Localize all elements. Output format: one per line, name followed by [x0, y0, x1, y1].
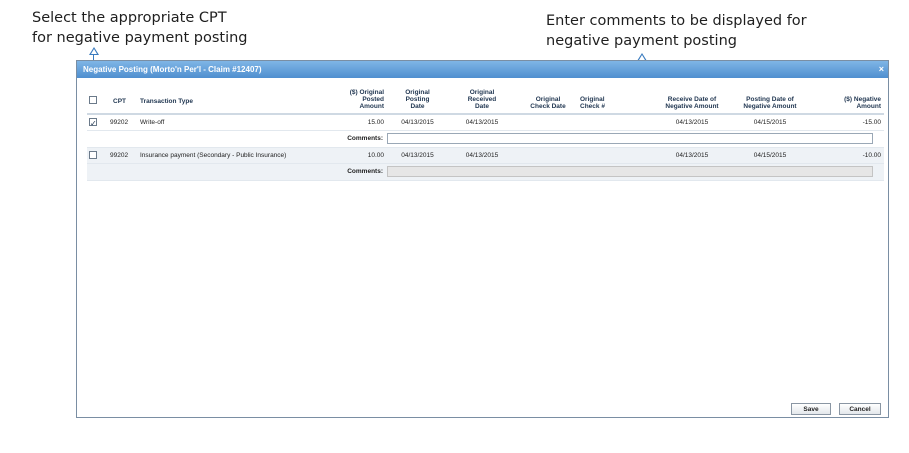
receive-date-negative: 04/13/2015 — [675, 119, 709, 126]
col-posting-date-negative: Posting Date of Negative Amount — [743, 96, 797, 110]
cpt-code: 99202 — [110, 152, 129, 159]
receive-date-negative: 04/13/2015 — [675, 152, 709, 159]
grid-header: CPT Transaction Type ($) Original Posted A… — [87, 85, 884, 115]
col-original-check-date: Original Check Date — [530, 96, 566, 110]
cancel-button[interactable]: Cancel — [839, 403, 881, 415]
cpt-code: 99202 — [110, 119, 129, 126]
original-posted-amount: 10.00 — [367, 152, 384, 159]
table-row: 99202 Write-off 15.00 04/13/2015 04/13/2… — [87, 115, 884, 131]
comments-row: Comments: — [87, 164, 884, 181]
comments-label: Comments: — [347, 168, 383, 175]
col-original-check-no: Original Check # — [580, 96, 605, 110]
row-checkbox[interactable] — [89, 151, 97, 159]
col-original-posting-date: Original Posting Date — [405, 89, 430, 110]
comments-label: Comments: — [347, 135, 383, 142]
dialog-titlebar: Negative Posting (Morto'n Per'l - Claim … — [77, 61, 888, 78]
dialog-title: Negative Posting (Morto'n Per'l - Claim … — [83, 65, 262, 74]
transaction-type: Write-off — [140, 119, 165, 126]
transaction-type: Insurance payment (Secondary - Public In… — [140, 152, 287, 159]
col-receive-date-negative: Receive Date of Negative Amount — [665, 96, 719, 110]
original-received-date: 04/13/2015 — [465, 152, 499, 159]
comments-input[interactable] — [387, 133, 873, 144]
close-icon[interactable]: × — [879, 61, 884, 78]
table-row: 99202 Insurance payment (Secondary - Pub… — [87, 148, 884, 164]
annotation-line: Select the appropriate CPT — [32, 10, 227, 26]
comments-row: Comments: — [87, 131, 884, 148]
negative-posting-grid: CPT Transaction Type ($) Original Posted A… — [87, 85, 884, 181]
annotation-select-cpt: Select the appropriate CPT for negative … — [32, 8, 248, 48]
negative-posting-dialog: Negative Posting (Morto'n Per'l - Claim … — [76, 60, 889, 418]
row-checkbox[interactable] — [89, 116, 97, 131]
col-transaction-type: Transaction Type — [140, 98, 193, 105]
negative-amount: -15.00 — [862, 119, 881, 126]
col-cpt: CPT — [113, 98, 126, 105]
annotation-line: negative payment posting — [546, 33, 737, 49]
original-posting-date: 04/13/2015 — [401, 119, 434, 126]
negative-amount: -10.00 — [862, 152, 881, 159]
original-posting-date: 04/13/2015 — [401, 152, 434, 159]
original-received-date: 04/13/2015 — [465, 119, 499, 126]
arrow-up-icon — [89, 47, 99, 55]
annotation-enter-comments: Enter comments to be displayed for negat… — [546, 11, 807, 51]
col-negative-amount: ($) Negative Amount — [844, 96, 881, 110]
posting-date-negative: 04/15/2015 — [753, 152, 787, 159]
col-original-received-date: Original Received Date — [467, 89, 497, 110]
annotation-line: Enter comments to be displayed for — [546, 13, 807, 29]
save-button[interactable]: Save — [791, 403, 831, 415]
col-original-posted-amount: ($) Original Posted Amount — [349, 89, 384, 110]
original-posted-amount: 15.00 — [367, 119, 384, 126]
annotation-line: for negative payment posting — [32, 30, 248, 46]
posting-date-negative: 04/15/2015 — [753, 119, 787, 126]
comments-input-disabled — [387, 166, 873, 177]
select-all-checkbox[interactable] — [89, 96, 97, 104]
